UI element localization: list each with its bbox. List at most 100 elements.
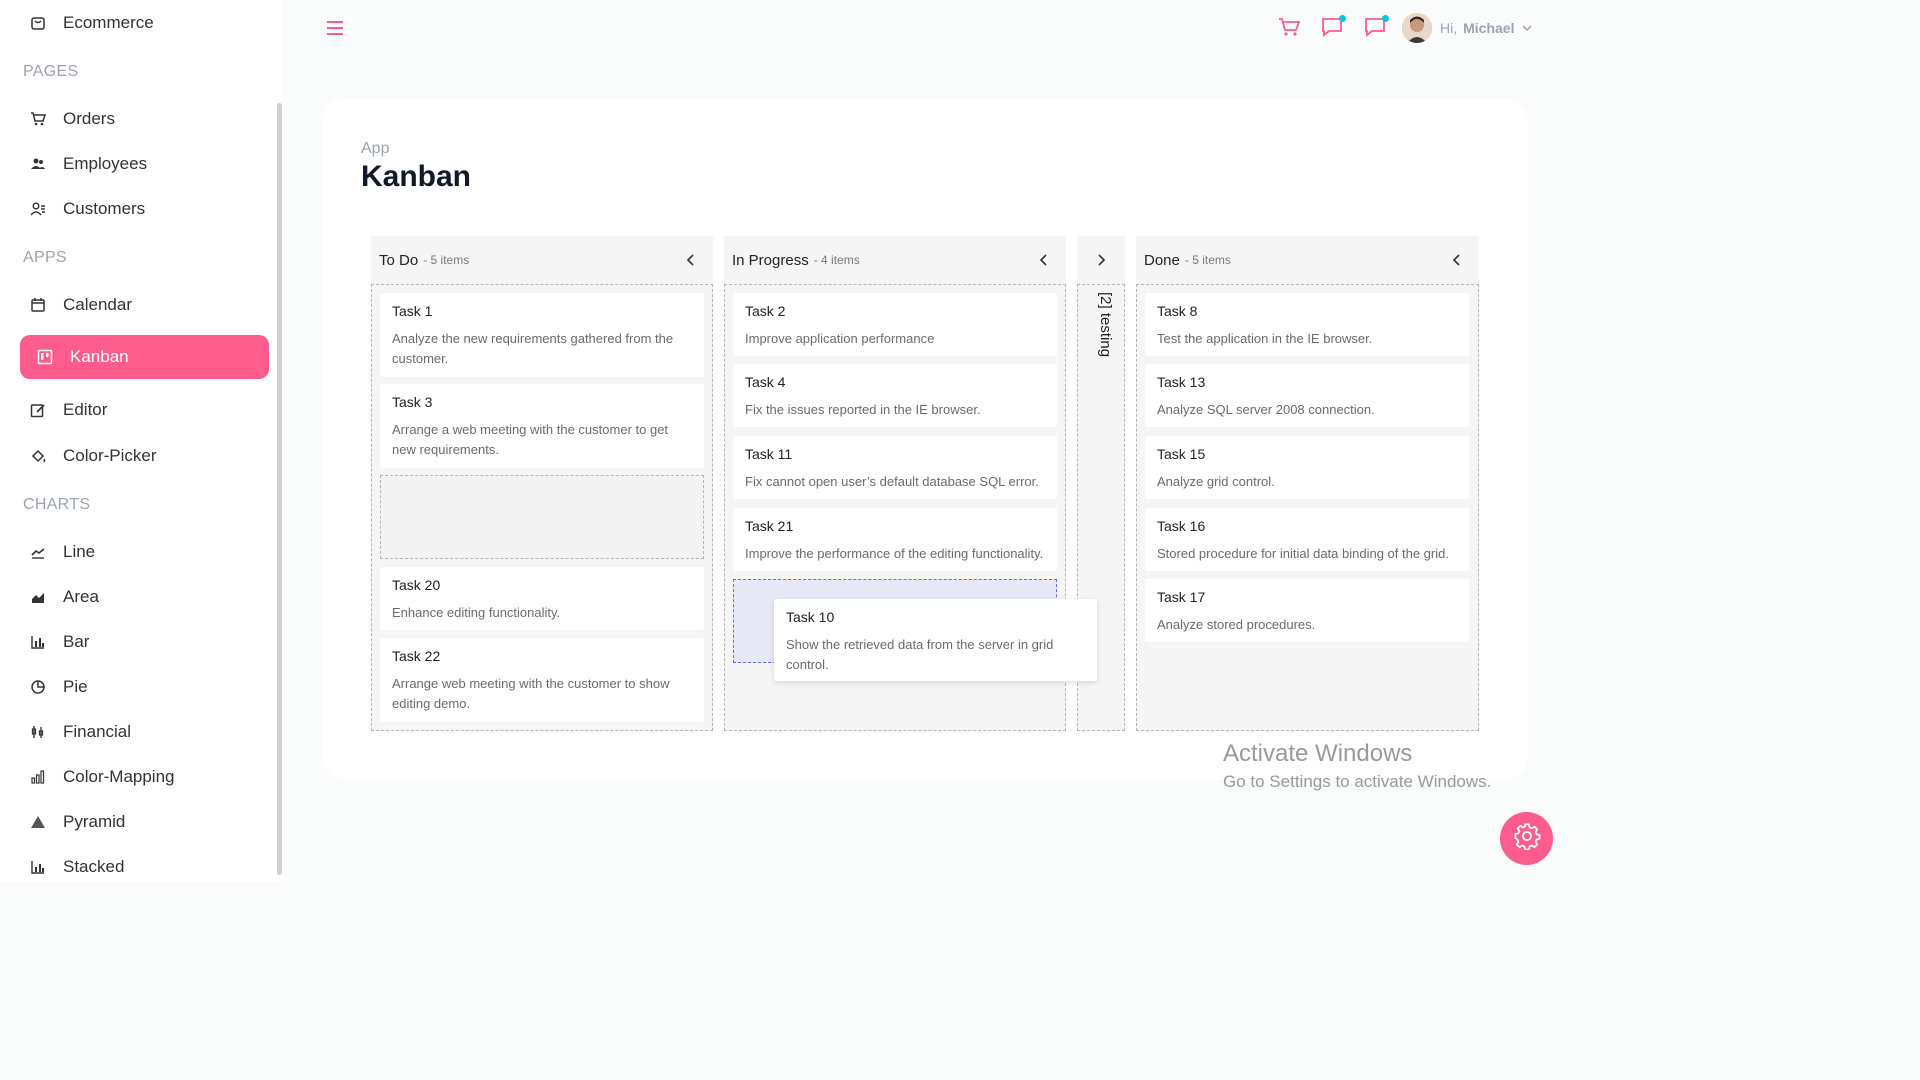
breadcrumb: App [361, 140, 390, 157]
sidebar-item-label: Pie [63, 677, 88, 696]
card-description: Stored procedure for initial data bindin… [1157, 546, 1449, 561]
sidebar-item-financial[interactable]: Financial [20, 710, 269, 754]
notification-dot [1382, 15, 1389, 22]
sidebar-item-label: Editor [63, 400, 108, 419]
sidebar-item-orders[interactable]: Orders [20, 97, 269, 141]
column-title: In Progress [732, 251, 809, 269]
cart-button[interactable] [1276, 16, 1302, 42]
kanban-card[interactable]: Task 13 Analyze SQL server 2008 connecti… [1145, 364, 1469, 427]
column-count: - 5 items [423, 253, 470, 267]
sidebar-item-label: Calendar [63, 295, 132, 314]
kanban-card[interactable]: Task 4 Fix the issues reported in the IE… [733, 364, 1057, 427]
card-description: Fix the issues reported in the IE browse… [745, 402, 981, 417]
kanban-icon [35, 347, 55, 367]
kanban-card[interactable]: Task 15 Analyze grid control. [1145, 436, 1469, 499]
sidebar-item-pie[interactable]: Pie [20, 665, 269, 709]
column-header: Done - 5 items [1136, 236, 1479, 284]
chevron-down-icon [1522, 20, 1533, 36]
kanban-card[interactable]: Task 1 Analyze the new requirements gath… [380, 293, 704, 377]
card-title: Task 13 [1157, 374, 1206, 390]
sidebar-item-color-mapping[interactable]: Color-Mapping [20, 755, 269, 799]
sidebar-item-kanban[interactable]: Kanban [20, 335, 269, 379]
card-title: Task 2 [745, 303, 786, 319]
chat-button[interactable] [1318, 15, 1346, 43]
expand-column-button[interactable] [1093, 252, 1109, 268]
card-title: Task 4 [745, 374, 786, 390]
hamburger-icon [326, 20, 344, 41]
menu-toggle-button[interactable] [322, 17, 348, 43]
kanban-column-done: Done - 5 items Task 8 Test the applicati… [1136, 236, 1479, 731]
card-title: Task 22 [392, 648, 441, 664]
card-description: Show the retrieved data from the server … [786, 637, 1054, 672]
kanban-card[interactable]: Task 11 Fix cannot open user’s default d… [733, 436, 1057, 499]
sidebar-item-label: Employees [63, 154, 148, 173]
sidebar-item-label: Line [63, 542, 96, 561]
column-header: In Progress - 4 items [724, 236, 1066, 284]
stacked-chart-icon [28, 857, 48, 877]
kanban-card[interactable]: Task 2 Improve application performance [733, 293, 1057, 356]
line-chart-icon [28, 542, 48, 562]
card-title: Task 16 [1157, 518, 1206, 534]
card-title: Task 11 [745, 446, 793, 462]
avatar [1402, 13, 1432, 43]
page-title: Kanban [361, 160, 472, 193]
collapse-column-button[interactable] [683, 252, 699, 268]
card-title: Task 8 [1157, 303, 1198, 319]
column-count: - 4 items [813, 253, 860, 267]
sidebar-item-calendar[interactable]: Calendar [20, 283, 269, 327]
sidebar-item-line[interactable]: Line [20, 530, 269, 574]
column-header: To Do - 5 items [371, 236, 713, 284]
kanban-card[interactable]: Task 20 Enhance editing functionality. [380, 567, 704, 630]
card-description: Analyze grid control. [1157, 474, 1275, 489]
card-description: Enhance editing functionality. [392, 605, 561, 620]
notification-dot [1339, 15, 1346, 22]
sidebar-item-customers[interactable]: Customers [20, 187, 269, 231]
card-title: Task 15 [1157, 446, 1206, 462]
sidebar-item-ecommerce[interactable]: Ecommerce [20, 1, 269, 45]
sidebar-item-employees[interactable]: Employees [20, 142, 269, 186]
kanban-card[interactable]: Task 3 Arrange a web meeting with the cu… [380, 384, 704, 468]
section-charts: CHARTS [23, 496, 91, 513]
column-header [1077, 236, 1125, 284]
sidebar-item-label: Area [63, 587, 99, 606]
collapse-column-button[interactable] [1036, 252, 1052, 268]
sidebar-item-label: Financial [63, 722, 132, 741]
cart-icon [1278, 17, 1301, 42]
collapse-column-button[interactable] [1449, 252, 1465, 268]
kanban-card[interactable]: Task 16 Stored procedure for initial dat… [1145, 508, 1469, 571]
kanban-column-todo: To Do - 5 items Task 1 Analyze the new r… [371, 236, 713, 731]
kanban-card[interactable]: Task 21 Improve the performance of the e… [733, 508, 1057, 571]
card-description: Fix cannot open user’s default database … [745, 474, 1039, 489]
column-title: Done [1144, 251, 1180, 269]
sidebar-item-label: Stacked [63, 857, 125, 876]
sidebar-item-label: Customers [63, 199, 146, 218]
kanban-card[interactable]: Task 8 Test the application in the IE br… [1145, 293, 1469, 356]
kanban-card[interactable]: Task 22 Arrange web meeting with the cus… [380, 638, 704, 722]
user-profile-button[interactable]: Hi, Michael [1402, 12, 1533, 44]
section-apps: APPS [23, 249, 67, 266]
card-title: Task 1 [392, 303, 433, 319]
settings-button[interactable] [1500, 812, 1553, 865]
username: Michael [1463, 20, 1515, 36]
sidebar-item-label: Kanban [70, 347, 129, 366]
sidebar-item-pyramid[interactable]: Pyramid [20, 800, 269, 844]
sidebar-item-area[interactable]: Area [20, 575, 269, 619]
sidebar-item-color-picker[interactable]: Color-Picker [20, 434, 269, 478]
card-description: Analyze SQL server 2008 connection. [1157, 402, 1375, 417]
gear-icon [1513, 822, 1541, 855]
card-title: Task 3 [392, 394, 433, 410]
sidebar-item-bar[interactable]: Bar [20, 620, 269, 664]
card-description: Arrange a web meeting with the customer … [392, 422, 669, 457]
sidebar-item-editor[interactable]: Editor [20, 388, 269, 432]
sidebar-scrollbar[interactable] [277, 103, 282, 875]
calendar-icon [28, 295, 48, 315]
financial-chart-icon [28, 722, 48, 742]
kanban-card-dragging[interactable]: Task 10 Show the retrieved data from the… [774, 599, 1097, 681]
people-icon [28, 154, 48, 174]
kanban-card[interactable]: Task 17 Analyze stored procedures. [1145, 579, 1469, 642]
notifications-button[interactable] [1361, 15, 1389, 43]
card-description: Analyze stored procedures. [1157, 617, 1316, 632]
sidebar-item-label: Orders [63, 109, 115, 128]
section-pages: PAGES [23, 63, 79, 80]
sidebar-item-stacked[interactable]: Stacked [20, 845, 269, 882]
